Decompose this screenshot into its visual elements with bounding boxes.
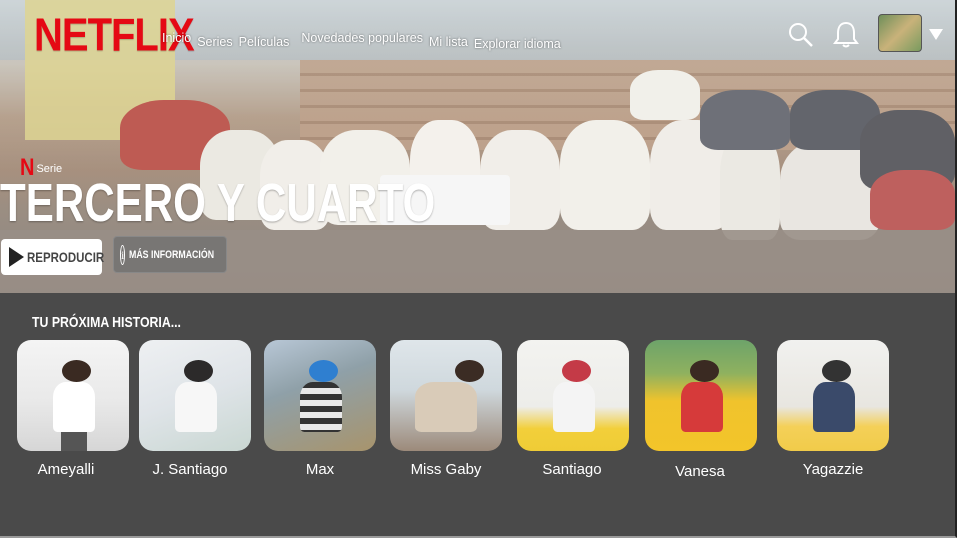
- title-card-santiago[interactable]: [517, 340, 629, 451]
- title-name-vanesa[interactable]: Vanesa: [630, 463, 770, 480]
- nav-inicio[interactable]: Inicio: [162, 31, 191, 45]
- more-info-button-label: MÁS INFORMACIÓN: [129, 248, 215, 261]
- nav-novedades-populares[interactable]: Novedades populares: [301, 31, 423, 45]
- hero-banner: NETFLIX Inicio Series Películas Novedade…: [0, 0, 955, 293]
- info-icon: i: [120, 244, 126, 265]
- title-card-max[interactable]: [264, 340, 376, 451]
- title-card-j-santiago[interactable]: [139, 340, 251, 451]
- nav-peliculas[interactable]: Películas: [239, 35, 290, 49]
- title-card-ameyalli[interactable]: [17, 340, 129, 451]
- search-icon[interactable]: [788, 22, 814, 48]
- app-frame: NETFLIX Inicio Series Películas Novedade…: [0, 0, 957, 538]
- title-card-vanesa[interactable]: [645, 340, 757, 451]
- title-card-miss-gaby[interactable]: [390, 340, 502, 451]
- caret-down-icon[interactable]: [929, 29, 943, 40]
- nav-series[interactable]: Series: [197, 35, 232, 49]
- title-name-j-santiago[interactable]: J. Santiago: [120, 461, 260, 478]
- play-button[interactable]: REPRODUCIR: [1, 239, 105, 275]
- hero-title: TERCERO Y CUARTO: [0, 173, 436, 233]
- nav-explorar-idioma[interactable]: Explorar idioma: [474, 37, 561, 51]
- profile-avatar[interactable]: [878, 14, 922, 52]
- title-name-ameyalli[interactable]: Ameyalli: [0, 461, 136, 478]
- more-info-button[interactable]: i MÁS INFORMACIÓN: [113, 236, 227, 273]
- nav-mi-lista[interactable]: Mi lista: [429, 35, 468, 49]
- title-name-yagazzie[interactable]: Yagazzie: [763, 461, 903, 478]
- main-nav: Inicio Series Películas Novedades popula…: [162, 31, 567, 51]
- row-title: TU PRÓXIMA HISTORIA...: [32, 314, 181, 331]
- title-name-santiago[interactable]: Santiago: [502, 461, 642, 478]
- title-name-max[interactable]: Max: [250, 461, 390, 478]
- bell-icon[interactable]: [833, 20, 859, 48]
- title-name-miss-gaby[interactable]: Miss Gaby: [376, 461, 516, 478]
- play-button-label: REPRODUCIR: [27, 249, 105, 265]
- play-icon: [9, 247, 24, 267]
- title-card-yagazzie[interactable]: [777, 340, 889, 451]
